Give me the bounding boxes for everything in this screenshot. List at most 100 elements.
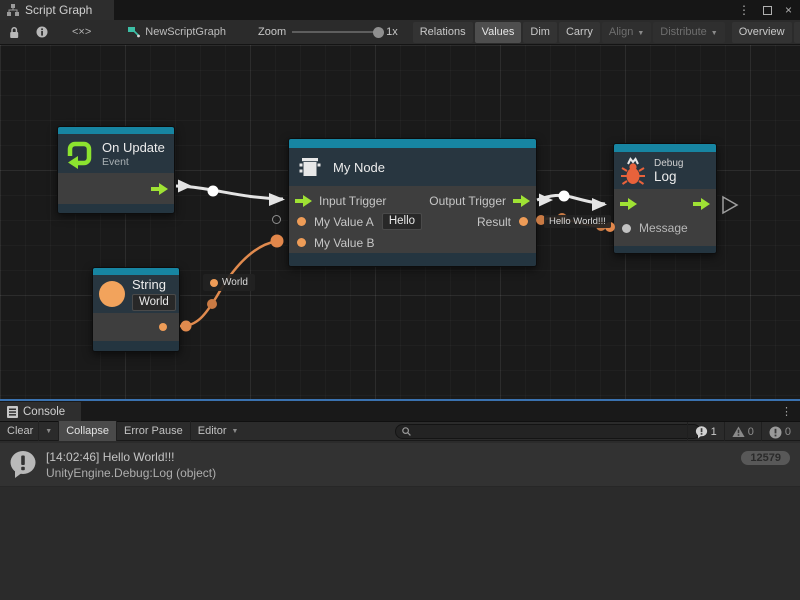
info-icon xyxy=(36,26,48,38)
node-debug-log[interactable]: Debug Log Message xyxy=(613,143,717,254)
tab-script-graph[interactable]: Script Graph xyxy=(0,0,114,20)
wire-arrow-icon xyxy=(269,193,285,206)
values-toggle[interactable]: Values xyxy=(475,22,522,43)
wire-value-label-world: World xyxy=(203,274,255,291)
log-message: [14:02:46] Hello World!!! xyxy=(46,449,216,465)
value-output-port[interactable] xyxy=(519,217,528,226)
trigger-output-port[interactable] xyxy=(513,195,530,207)
zoom-control: Zoom 1x xyxy=(250,26,406,38)
align-dropdown[interactable]: Align▼ xyxy=(602,22,651,43)
error-pause-toggle[interactable]: Error Pause xyxy=(117,421,190,441)
more-menu-icon[interactable]: ⋮ xyxy=(738,0,750,20)
close-icon[interactable]: × xyxy=(785,0,792,20)
log-info-bubble-icon xyxy=(8,450,38,480)
clear-button[interactable]: Clear xyxy=(0,421,38,441)
node-footer xyxy=(93,341,179,351)
port-label: Message xyxy=(639,221,688,235)
window-controls: ⋮ × xyxy=(738,0,792,20)
more-menu-icon[interactable]: ⋮ xyxy=(781,405,792,418)
node-body: Input Trigger Output Trigger My Value A … xyxy=(289,186,536,253)
carry-toggle[interactable]: Carry xyxy=(559,22,600,43)
trigger-input-port[interactable] xyxy=(295,195,312,207)
value-output-port[interactable] xyxy=(159,323,167,331)
unity-window: Script Graph ⋮ × <×> xyxy=(0,0,800,600)
error-count-toggle[interactable]: 0 xyxy=(761,422,798,442)
node-title: On Update xyxy=(102,140,165,155)
lock-button[interactable] xyxy=(0,20,28,45)
wire-arrow-icon xyxy=(539,194,553,207)
loop-event-icon xyxy=(64,139,94,169)
node-footer xyxy=(58,204,174,213)
wire-pulse-dot xyxy=(181,321,192,332)
warning-count-toggle[interactable]: 0 xyxy=(724,422,761,442)
node-body: Message xyxy=(614,189,716,246)
warning-count: 0 xyxy=(748,426,754,438)
script-graph-asset-icon xyxy=(127,26,140,39)
lock-icon xyxy=(8,26,20,39)
port-label: Result xyxy=(477,215,511,229)
dim-toggle[interactable]: Dim xyxy=(523,22,557,43)
zoom-slider[interactable] xyxy=(292,31,380,33)
node-string[interactable]: String World xyxy=(92,267,180,352)
console-icon xyxy=(7,406,18,418)
zoom-slider-handle[interactable] xyxy=(373,27,384,38)
search-input[interactable] xyxy=(415,426,694,437)
message-input-port[interactable] xyxy=(622,224,631,233)
info-count-toggle[interactable]: 1 xyxy=(687,422,724,442)
node-subtitle: Debug xyxy=(654,158,683,169)
node-title: String xyxy=(132,277,176,292)
inline-value-field[interactable]: World xyxy=(132,294,176,311)
node-header: String World xyxy=(93,275,179,313)
tab-console[interactable]: Console xyxy=(0,402,81,421)
node-on-update[interactable]: On Update Event xyxy=(57,126,175,214)
trigger-output-port[interactable] xyxy=(151,183,168,195)
code-view-icon: <×> xyxy=(72,26,91,38)
wire-mynode-to-debug[interactable] xyxy=(537,195,605,204)
code-view-button[interactable]: <×> xyxy=(64,20,99,45)
overview-button[interactable]: Overview xyxy=(732,22,792,43)
trigger-input-port[interactable] xyxy=(620,198,637,210)
node-header: On Update Event xyxy=(58,134,174,173)
log-stacktrace: UnityEngine.Debug:Log (object) xyxy=(46,465,216,481)
chevron-down-icon: ▼ xyxy=(45,428,52,435)
port-row: My Value B xyxy=(289,232,536,253)
log-entry-text: [14:02:46] Hello World!!! UnityEngine.De… xyxy=(46,449,216,481)
relations-toggle[interactable]: Relations xyxy=(413,22,473,43)
graph-name[interactable]: NewScriptGraph xyxy=(117,26,236,39)
wire-onupdate-to-mynode[interactable] xyxy=(176,186,283,199)
unconnected-port-circle xyxy=(272,215,281,224)
node-footer xyxy=(289,253,536,266)
graph-icon xyxy=(7,4,19,16)
log-entry-row[interactable]: [14:02:46] Hello World!!! UnityEngine.De… xyxy=(0,443,800,487)
node-accent-bar xyxy=(614,144,716,152)
info-button[interactable] xyxy=(28,20,56,45)
value-input-port[interactable] xyxy=(297,238,306,247)
console-search[interactable] xyxy=(395,424,701,439)
string-type-icon xyxy=(99,281,125,307)
clear-dropdown[interactable]: ▼ xyxy=(38,421,58,441)
value-input-port[interactable] xyxy=(297,217,306,226)
node-accent-bar xyxy=(289,139,536,148)
fullscreen-button[interactable]: Full S xyxy=(794,22,800,43)
inline-value-field[interactable]: Hello xyxy=(382,213,422,230)
distribute-dropdown[interactable]: Distribute▼ xyxy=(653,22,724,43)
tab-title: Console xyxy=(23,406,65,418)
align-label: Align xyxy=(609,26,633,38)
node-title: Log xyxy=(654,169,683,184)
graph-name-label: NewScriptGraph xyxy=(145,26,226,38)
port-row xyxy=(614,192,716,216)
node-footer xyxy=(614,246,716,253)
maximize-icon[interactable] xyxy=(763,6,772,15)
console-log-area[interactable]: [14:02:46] Hello World!!! UnityEngine.De… xyxy=(0,441,800,600)
wire-arrow-icon xyxy=(178,180,192,193)
wire-pulse-dot xyxy=(559,191,570,202)
collapse-toggle[interactable]: Collapse xyxy=(59,421,116,441)
port-row: My Value A Hello Result xyxy=(289,211,536,232)
graph-canvas[interactable]: World Hello World!!! On Update Event xyxy=(0,45,800,399)
trigger-output-port[interactable] xyxy=(693,198,710,210)
port-label: My Value B xyxy=(314,236,374,250)
warning-triangle-icon xyxy=(732,426,745,438)
node-my-node[interactable]: My Node Input Trigger Output Trigger xyxy=(288,138,537,267)
port-label: Input Trigger xyxy=(319,194,386,208)
editor-dropdown[interactable]: Editor ▼ xyxy=(191,421,246,441)
